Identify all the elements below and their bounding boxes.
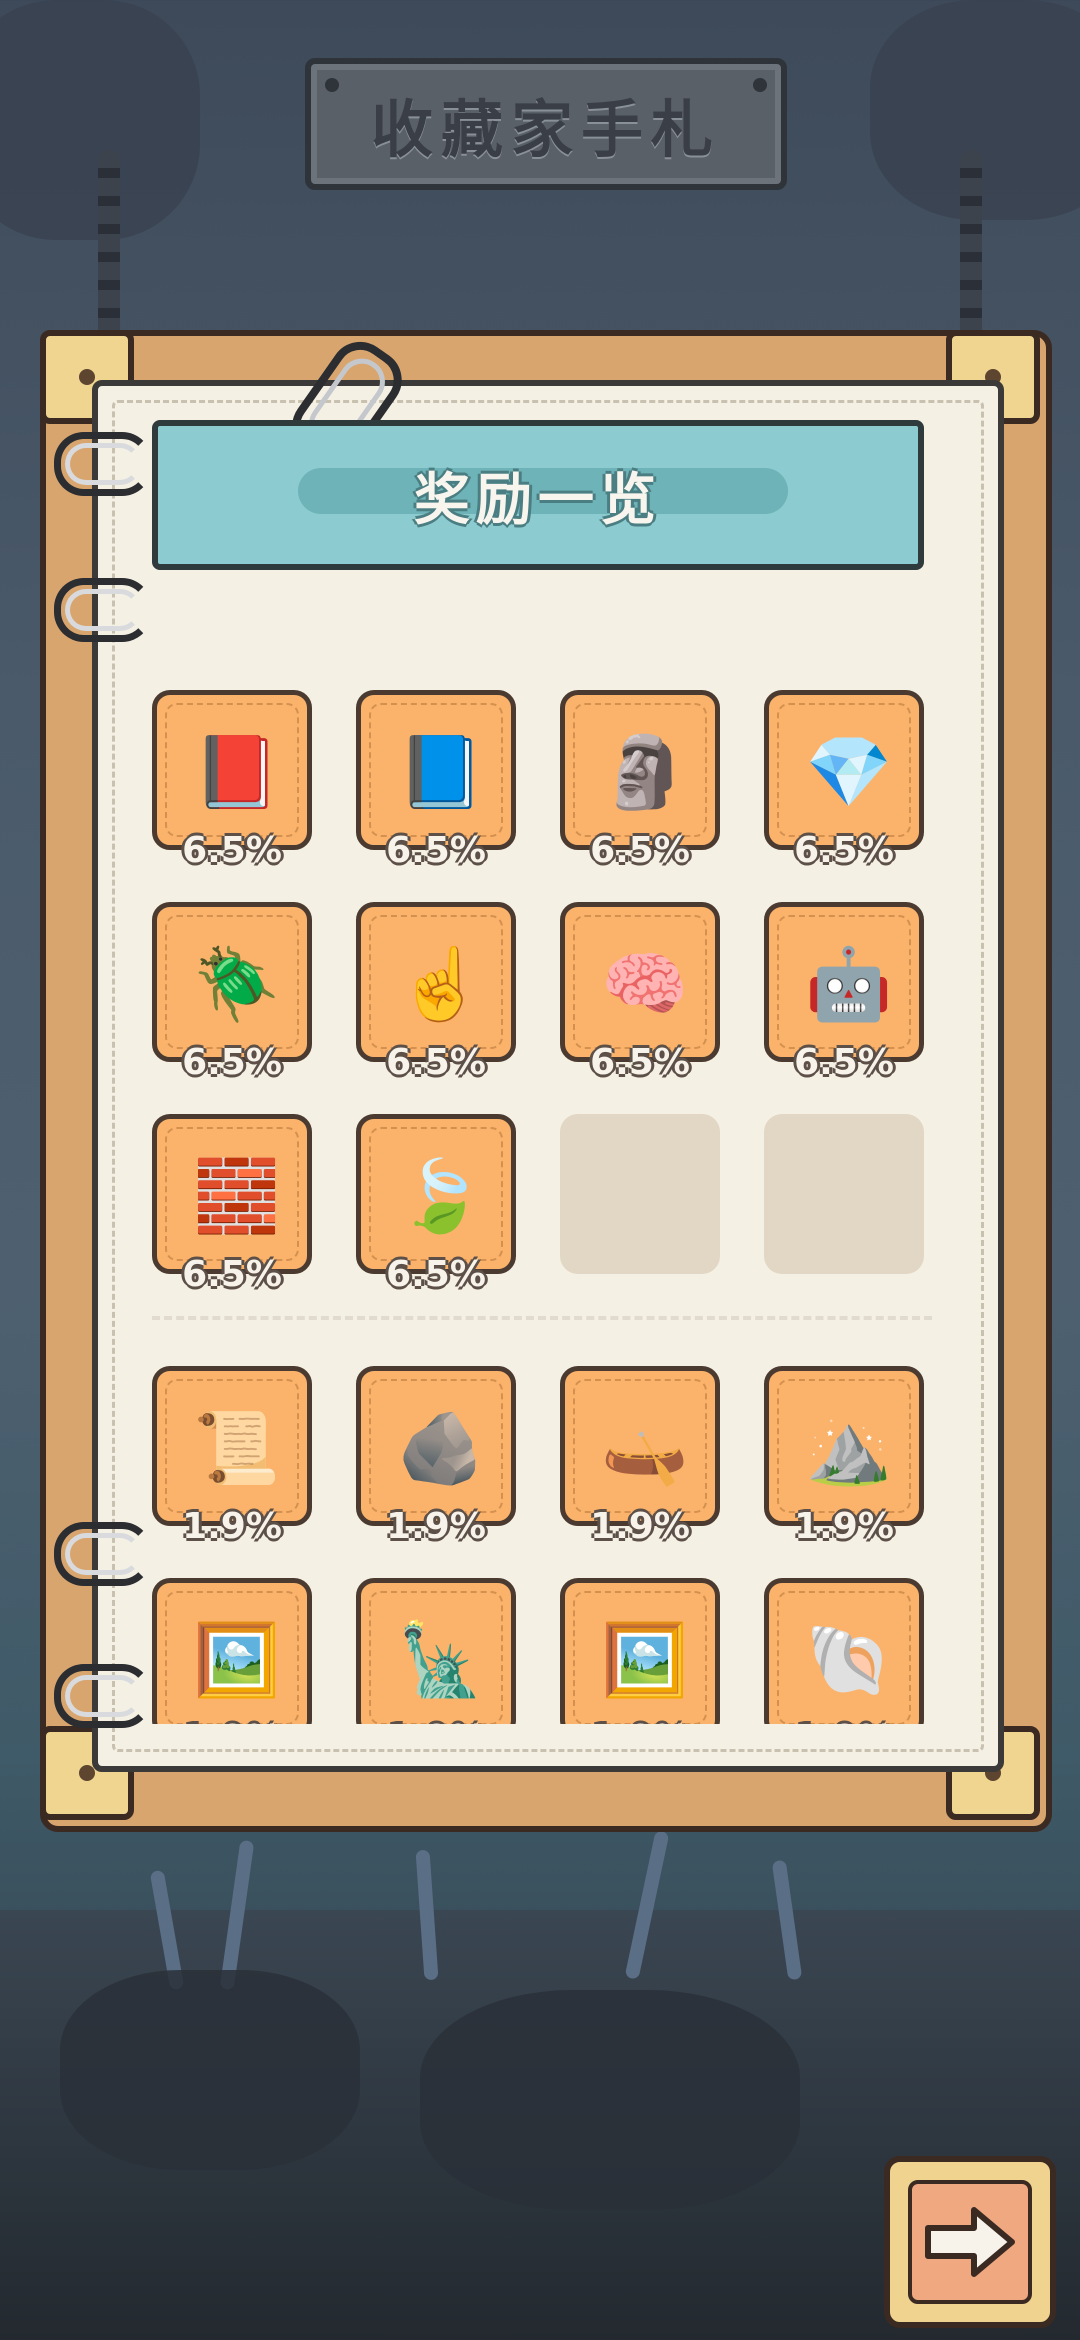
drop-chance: 1.9% xyxy=(590,1506,690,1547)
chain-decoration xyxy=(98,150,120,340)
drop-chance: 6.5% xyxy=(386,830,486,871)
reward-item[interactable]: 🐚 1.9% xyxy=(764,1578,924,1724)
shell-pedestal-icon: 🐚 xyxy=(805,1618,893,1701)
drop-chance: 1.9% xyxy=(182,1506,282,1547)
tier-divider xyxy=(152,1316,932,1320)
drop-chance: 1.9% xyxy=(386,1506,486,1547)
chain-decoration xyxy=(960,150,982,340)
reward-item[interactable]: 🖼️ 1.9% xyxy=(560,1578,720,1724)
painted-tome-icon: 📕 xyxy=(193,730,281,813)
reward-tile: ⛰️ xyxy=(764,1366,924,1526)
thinker-statue-icon: 🗽 xyxy=(397,1618,485,1701)
reward-tile: 🪨 xyxy=(356,1366,516,1526)
banner-title: 奖励一览 xyxy=(414,467,662,533)
reward-list-banner: 奖励一览 xyxy=(152,420,924,570)
reward-tile: 🧠 xyxy=(560,902,720,1062)
reward-tile: 🧱 xyxy=(152,1114,312,1274)
reward-item[interactable]: 🧠 6.5% xyxy=(560,902,720,1083)
empty-reward-slot xyxy=(560,1114,720,1274)
reward-item[interactable]: 🗽 1.9% xyxy=(356,1578,516,1724)
seaweed xyxy=(219,1839,255,1991)
reward-tile: 🤖 xyxy=(764,902,924,1062)
reward-tile: 📜 xyxy=(152,1366,312,1526)
drop-chance: 6.5% xyxy=(386,1042,486,1083)
reward-tile: 📕 xyxy=(152,690,312,850)
drop-chance: 1.9% xyxy=(560,1718,720,1724)
boat-icon: 🛶 xyxy=(601,1406,689,1489)
framed-painting-icon: 🖼️ xyxy=(193,1618,281,1701)
drop-chance: 1.9% xyxy=(764,1718,924,1724)
seaweed xyxy=(624,1830,670,1980)
page-title: 收藏家手札 xyxy=(370,93,721,166)
reward-item[interactable]: ⛰️ 1.9% xyxy=(764,1366,924,1547)
leaf-icon: 🍃 xyxy=(397,1154,485,1237)
reward-tile: 💎 xyxy=(764,690,924,850)
drop-chance: 6.5% xyxy=(794,830,894,871)
reward-item[interactable]: 🧱 6.5% xyxy=(152,1114,312,1295)
drop-chance: 1.9% xyxy=(152,1718,312,1724)
binder-ring xyxy=(54,1522,152,1586)
stone-tablet-icon: 🪨 xyxy=(397,1406,485,1489)
reward-item[interactable]: 🪲 6.5% xyxy=(152,902,312,1083)
reward-item[interactable]: 🍃 6.5% xyxy=(356,1114,516,1295)
block-puzzle-icon: 🧱 xyxy=(193,1154,281,1237)
reward-tile: ☝️ xyxy=(356,902,516,1062)
reward-tile: 🗿 xyxy=(560,690,720,850)
reward-item[interactable]: 📘 6.5% xyxy=(356,690,516,871)
reward-item[interactable]: 🖼️ 1.9% xyxy=(152,1578,312,1724)
reward-item[interactable]: 🗿 6.5% xyxy=(560,690,720,871)
reward-tile: 🗽 xyxy=(356,1578,516,1724)
genji-book-icon: 📘 xyxy=(397,730,485,813)
reward-item[interactable]: 💎 6.5% xyxy=(764,690,924,871)
drop-chance: 6.5% xyxy=(182,830,282,871)
reward-tile: 🖼️ xyxy=(560,1578,720,1724)
reward-tile: 🪲 xyxy=(152,902,312,1062)
reward-item[interactable]: 📕 6.5% xyxy=(152,690,312,871)
drop-chance: 6.5% xyxy=(590,830,690,871)
reward-item[interactable]: 🛶 1.9% xyxy=(560,1366,720,1547)
empty-slot-tile xyxy=(764,1114,924,1274)
seaweed xyxy=(415,1849,439,1981)
binder-ring xyxy=(54,578,152,642)
shipwreck-icon: ⛰️ xyxy=(805,1406,893,1489)
title-plaque: 收藏家手札 xyxy=(305,58,787,190)
ancient-book-icon: 📜 xyxy=(193,1406,281,1489)
empty-slot-tile xyxy=(560,1114,720,1274)
reward-grid[interactable]: 📕 6.5% 📘 6.5% 🗿 6.5% 💎 6.5% 🪲 6.5% ☝️ 6.5% 🧠 6.5% 🤖 6.5… xyxy=(152,690,932,1724)
drop-chance: 6.5% xyxy=(182,1254,282,1295)
gem-amulet-icon: 💎 xyxy=(805,730,893,813)
drop-chance: 6.5% xyxy=(590,1042,690,1083)
arrow-right-icon xyxy=(925,2207,1015,2277)
golden-hand-statue-icon: ☝️ xyxy=(397,942,485,1025)
robot-figure-icon: 🤖 xyxy=(805,942,893,1025)
drop-chance: 1.9% xyxy=(794,1506,894,1547)
reward-tile: 📘 xyxy=(356,690,516,850)
golden-beetle-icon: 🪲 xyxy=(193,942,281,1025)
reward-item[interactable]: 📜 1.9% xyxy=(152,1366,312,1547)
bolt xyxy=(753,78,767,92)
reward-item[interactable]: 🤖 6.5% xyxy=(764,902,924,1083)
bolt xyxy=(325,78,339,92)
next-button[interactable] xyxy=(884,2156,1056,2328)
drop-chance: 6.5% xyxy=(182,1042,282,1083)
binder-ring xyxy=(54,1664,152,1728)
framed-painting-2-icon: 🖼️ xyxy=(601,1618,689,1701)
drop-chance: 1.9% xyxy=(356,1718,516,1724)
reward-tile: 🛶 xyxy=(560,1366,720,1526)
reward-item[interactable]: ☝️ 6.5% xyxy=(356,902,516,1083)
next-button-face xyxy=(908,2180,1032,2304)
seabed-rock xyxy=(420,1990,800,2210)
reward-tile: 🍃 xyxy=(356,1114,516,1274)
brain-icon: 🧠 xyxy=(601,942,689,1025)
reward-tile: 🐚 xyxy=(764,1578,924,1724)
pharaoh-mask-icon: 🗿 xyxy=(601,730,689,813)
drop-chance: 6.5% xyxy=(794,1042,894,1083)
seaweed xyxy=(771,1859,803,1981)
seabed-rock xyxy=(60,1970,360,2170)
drop-chance: 6.5% xyxy=(386,1254,486,1295)
reward-tile: 🖼️ xyxy=(152,1578,312,1724)
reward-item[interactable]: 🪨 1.9% xyxy=(356,1366,516,1547)
binder-ring xyxy=(54,432,152,496)
empty-reward-slot xyxy=(764,1114,924,1274)
